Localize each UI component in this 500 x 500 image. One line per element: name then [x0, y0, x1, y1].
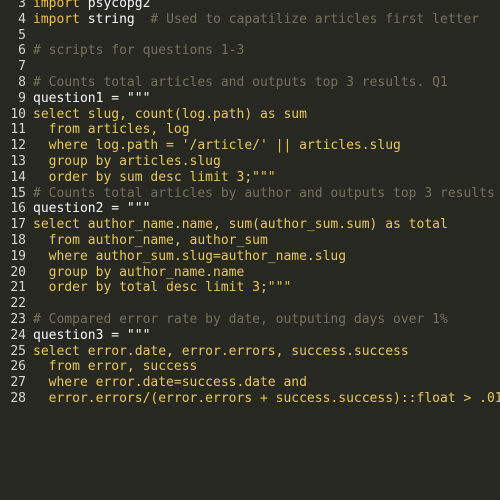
line-number: 5 [18, 27, 26, 43]
code-line[interactable] [33, 59, 500, 75]
code-token: question1 = """ [33, 90, 151, 106]
line-number: 16 [10, 201, 26, 217]
line-number: 15 [10, 185, 26, 201]
line-number: 12 [10, 138, 26, 154]
code-line[interactable]: # Counts total articles by author and ou… [33, 186, 500, 202]
code-line[interactable]: order by sum desc limit 3;""" [33, 170, 500, 186]
line-number: 21 [10, 280, 26, 296]
code-line[interactable] [33, 296, 500, 312]
line-number: 17 [10, 217, 26, 233]
line-number: 23 [10, 311, 26, 327]
code-token: string [79, 11, 135, 27]
code-line[interactable]: # Compared error rate by date, outputing… [33, 312, 500, 328]
code-token: # Compared error rate by date, outputing… [33, 311, 448, 327]
code-token: order by total desc limit 3;""" [33, 280, 292, 296]
code-line[interactable]: select slug, count(log.path) as sum [33, 107, 500, 123]
code-token: group by articles.slug [33, 153, 221, 169]
line-number: 7 [18, 59, 26, 75]
code-line[interactable]: import string # Used to capatilize artic… [33, 12, 500, 28]
code-token: question3 = """ [33, 327, 151, 343]
line-number: 14 [10, 169, 26, 185]
code-line[interactable]: from error, success [33, 359, 500, 375]
line-number: 18 [10, 232, 26, 248]
code-token: # Used to capatilize articles first lett… [134, 11, 480, 27]
code-token: where author_sum.slug=author_name.slug [33, 248, 347, 264]
code-token: question2 = """ [33, 201, 151, 217]
code-line[interactable]: select error.date, error.errors, success… [33, 344, 500, 360]
code-line[interactable]: from author_name, author_sum [33, 233, 500, 249]
code-token: from articles, log [33, 122, 190, 138]
code-token: where log.path = '/article/' || articles… [33, 138, 401, 154]
line-number: 13 [10, 153, 26, 169]
code-line[interactable]: question3 = """ [33, 328, 500, 344]
line-number: 11 [10, 122, 26, 138]
code-line[interactable]: order by total desc limit 3;""" [33, 280, 500, 296]
code-line[interactable]: # scripts for questions 1-3 [33, 43, 500, 59]
line-number: 26 [10, 359, 26, 375]
code-token: import [33, 0, 80, 11]
code-token: order by sum desc limit 3;""" [33, 169, 276, 185]
code-line[interactable]: select author_name.name, sum(author_sum.… [33, 217, 500, 233]
code-line[interactable]: where error.date=success.date and [33, 375, 500, 391]
code-token: select author_name.name, sum(author_sum.… [33, 217, 448, 233]
line-number: 19 [10, 248, 26, 264]
code-token: group by author_name.name [33, 264, 245, 280]
line-number: 6 [18, 43, 26, 59]
line-number: 28 [10, 390, 26, 406]
code-line[interactable]: import psycopg2 [33, 0, 500, 12]
code-token: import [33, 11, 80, 27]
line-number: 8 [18, 74, 26, 90]
code-editor[interactable]: 3 4 5 6 7 8 9 10 11 12 13 14 15 16 17 18 19 20 21 22 23 24 25 2… [0, 0, 500, 500]
code-token: select error.date, error.errors, success… [33, 343, 409, 359]
line-number: 20 [10, 264, 26, 280]
code-token: from error, success [33, 359, 198, 375]
line-number: 24 [10, 327, 26, 343]
code-token: select slug, count(log.path) as sum [33, 106, 307, 122]
line-number: 3 [18, 0, 26, 11]
line-number: 10 [10, 106, 26, 122]
code-token: # Counts total articles by author and ou… [33, 185, 500, 201]
line-number: 4 [18, 11, 26, 27]
code-token: # Counts total articles and outputs top … [33, 74, 448, 90]
code-line[interactable]: where author_sum.slug=author_name.slug [33, 249, 500, 265]
line-number: 22 [10, 296, 26, 312]
code-token: error.errors/(error.errors + success.suc… [33, 390, 500, 406]
line-number: 27 [10, 375, 26, 391]
code-line[interactable]: where log.path = '/article/' || articles… [33, 138, 500, 154]
line-number: 9 [18, 90, 26, 106]
code-line[interactable]: question2 = """ [33, 201, 500, 217]
code-token: from author_name, author_sum [33, 232, 268, 248]
line-number-gutter: 3 4 5 6 7 8 9 10 11 12 13 14 15 16 17 18 19 20 21 22 23 24 25 2… [0, 0, 26, 407]
code-token: # scripts for questions 1-3 [33, 43, 245, 59]
code-token: psycopg2 [79, 0, 151, 11]
code-line[interactable]: group by author_name.name [33, 265, 500, 281]
code-line[interactable]: from articles, log [33, 122, 500, 138]
code-line[interactable]: group by articles.slug [33, 154, 500, 170]
line-number: 25 [10, 343, 26, 359]
code-line[interactable]: question1 = """ [33, 91, 500, 107]
code-line[interactable] [33, 28, 500, 44]
code-token: where error.date=success.date and [33, 375, 307, 391]
code-line[interactable]: error.errors/(error.errors + success.suc… [33, 391, 500, 407]
code-area[interactable]: import psycopg2 import string # Used to c… [33, 0, 500, 407]
code-line[interactable]: # Counts total articles and outputs top … [33, 75, 500, 91]
